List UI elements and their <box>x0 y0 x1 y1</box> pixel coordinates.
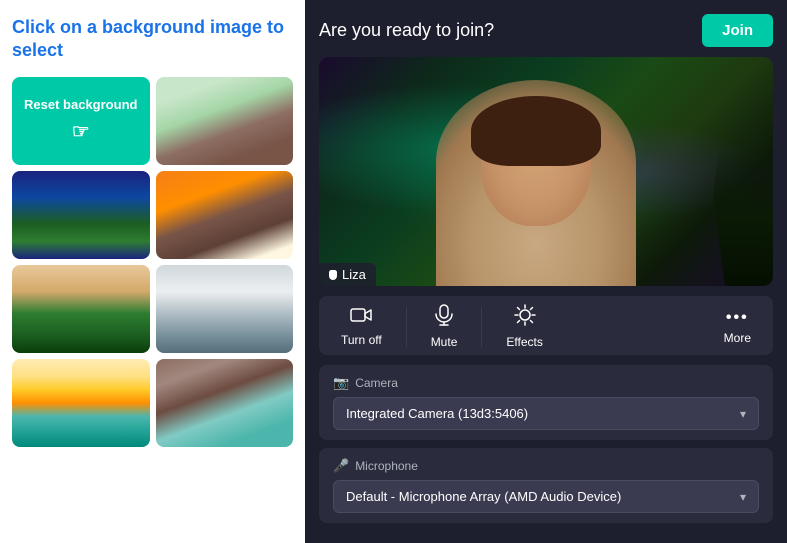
background-resort[interactable] <box>156 359 294 447</box>
camera-value: Integrated Camera (13d3:5406) <box>346 406 528 421</box>
controls-bar: Turn off Mute <box>319 296 773 355</box>
microphone-label: Microphone <box>355 459 418 473</box>
chevron-down-icon: ▾ <box>740 407 746 421</box>
divider2 <box>481 307 482 347</box>
microphone-select[interactable]: Default - Microphone Array (AMD Audio De… <box>333 480 759 513</box>
microphone-section: 🎤 Microphone Default - Microphone Array … <box>319 448 773 523</box>
effects-button[interactable]: Effects <box>484 304 564 349</box>
divider <box>406 307 407 347</box>
right-panel: Are you ready to join? Join Liza <box>305 0 787 543</box>
microphone-label-row: 🎤 Microphone <box>333 458 759 474</box>
turn-off-button[interactable]: Turn off <box>319 306 404 347</box>
name-tag: Liza <box>319 263 376 286</box>
effects-icon <box>514 304 536 331</box>
join-button[interactable]: Join <box>702 14 773 47</box>
turn-off-label: Turn off <box>341 333 382 347</box>
cursor-icon: ☞ <box>72 119 90 144</box>
left-panel: Click on a background image to select Re… <box>0 0 305 543</box>
reset-label: Reset background <box>24 97 137 113</box>
background-aurora[interactable] <box>12 171 150 259</box>
person-hair <box>471 96 601 166</box>
chevron-down-icon-mic: ▾ <box>740 490 746 504</box>
background-chairs[interactable] <box>156 171 294 259</box>
background-mountains[interactable] <box>156 265 294 353</box>
video-preview: Liza <box>319 57 773 286</box>
person-head <box>481 96 591 226</box>
background-grid: Reset background ☞ <box>12 77 293 447</box>
instruction-text: Click on a background image to select <box>12 16 293 63</box>
camera-select[interactable]: Integrated Camera (13d3:5406) ▾ <box>333 397 759 430</box>
more-button[interactable]: ••• More <box>702 309 773 345</box>
background-beach[interactable] <box>12 359 150 447</box>
mute-label: Mute <box>431 335 458 349</box>
person-silhouette <box>436 80 636 286</box>
ready-text: Are you ready to join? <box>319 20 494 41</box>
more-icon: ••• <box>726 309 749 327</box>
background-forest[interactable] <box>12 265 150 353</box>
user-name: Liza <box>342 267 366 282</box>
mic-device-icon: 🎤 <box>333 458 349 474</box>
mute-button[interactable]: Mute <box>409 304 480 349</box>
background-cafe[interactable] <box>156 77 294 165</box>
mic-icon <box>435 304 453 331</box>
microphone-value: Default - Microphone Array (AMD Audio De… <box>346 489 621 504</box>
camera-label: Camera <box>355 376 398 390</box>
reset-background-button[interactable]: Reset background ☞ <box>12 77 150 165</box>
camera-section: 📷 Camera Integrated Camera (13d3:5406) ▾ <box>319 365 773 440</box>
camera-icon <box>350 306 372 329</box>
effects-label: Effects <box>506 335 542 349</box>
camera-label-row: 📷 Camera <box>333 375 759 391</box>
mic-indicator <box>329 270 337 280</box>
more-label: More <box>724 331 751 345</box>
camera-device-icon: 📷 <box>333 375 349 391</box>
top-bar: Are you ready to join? Join <box>319 14 773 47</box>
